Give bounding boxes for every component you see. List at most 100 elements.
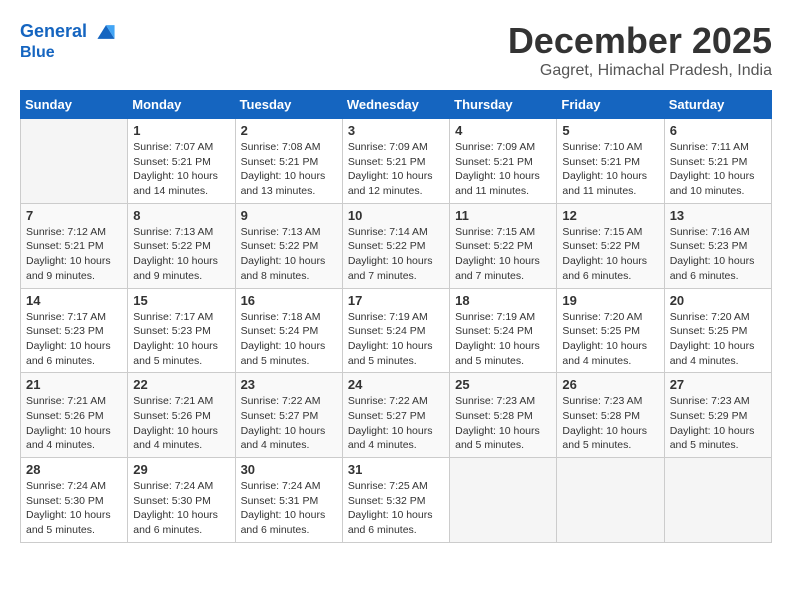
calendar-cell	[664, 458, 771, 543]
day-info: Sunrise: 7:12 AMSunset: 5:21 PMDaylight:…	[26, 225, 122, 284]
day-number: 26	[562, 377, 658, 392]
calendar-week-5: 28 Sunrise: 7:24 AMSunset: 5:30 PMDayligh…	[21, 458, 772, 543]
day-number: 2	[241, 123, 337, 138]
calendar-cell: 4 Sunrise: 7:09 AMSunset: 5:21 PMDaylight…	[450, 119, 557, 204]
day-number: 20	[670, 293, 766, 308]
calendar-cell: 8 Sunrise: 7:13 AMSunset: 5:22 PMDaylight…	[128, 203, 235, 288]
day-info: Sunrise: 7:08 AMSunset: 5:21 PMDaylight:…	[241, 140, 337, 199]
day-number: 16	[241, 293, 337, 308]
calendar-week-4: 21 Sunrise: 7:21 AMSunset: 5:26 PMDayligh…	[21, 373, 772, 458]
day-number: 29	[133, 462, 229, 477]
calendar-week-3: 14 Sunrise: 7:17 AMSunset: 5:23 PMDayligh…	[21, 288, 772, 373]
calendar-cell: 21 Sunrise: 7:21 AMSunset: 5:26 PMDayligh…	[21, 373, 128, 458]
calendar-cell: 2 Sunrise: 7:08 AMSunset: 5:21 PMDaylight…	[235, 119, 342, 204]
day-info: Sunrise: 7:24 AMSunset: 5:31 PMDaylight:…	[241, 479, 337, 538]
day-number: 25	[455, 377, 551, 392]
day-info: Sunrise: 7:16 AMSunset: 5:23 PMDaylight:…	[670, 225, 766, 284]
day-number: 18	[455, 293, 551, 308]
day-number: 9	[241, 208, 337, 223]
day-info: Sunrise: 7:21 AMSunset: 5:26 PMDaylight:…	[133, 394, 229, 453]
calendar-cell: 30 Sunrise: 7:24 AMSunset: 5:31 PMDayligh…	[235, 458, 342, 543]
day-number: 31	[348, 462, 444, 477]
day-number: 24	[348, 377, 444, 392]
day-info: Sunrise: 7:09 AMSunset: 5:21 PMDaylight:…	[348, 140, 444, 199]
calendar-cell: 16 Sunrise: 7:18 AMSunset: 5:24 PMDayligh…	[235, 288, 342, 373]
logo-text: General	[20, 20, 118, 44]
calendar-cell: 19Sunrise: 7:20 AMSunset: 5:25 PMDayligh…	[557, 288, 664, 373]
calendar-cell: 22 Sunrise: 7:21 AMSunset: 5:26 PMDayligh…	[128, 373, 235, 458]
day-info: Sunrise: 7:09 AMSunset: 5:21 PMDaylight:…	[455, 140, 551, 199]
day-info: Sunrise: 7:22 AMSunset: 5:27 PMDaylight:…	[348, 394, 444, 453]
day-info: Sunrise: 7:15 AMSunset: 5:22 PMDaylight:…	[455, 225, 551, 284]
day-number: 11	[455, 208, 551, 223]
calendar-cell: 27 Sunrise: 7:23 AMSunset: 5:29 PMDayligh…	[664, 373, 771, 458]
logo: General Blue	[20, 20, 118, 62]
calendar-cell: 29Sunrise: 7:24 AMSunset: 5:30 PMDayligh…	[128, 458, 235, 543]
calendar-cell: 13 Sunrise: 7:16 AMSunset: 5:23 PMDayligh…	[664, 203, 771, 288]
day-info: Sunrise: 7:15 AMSunset: 5:22 PMDaylight:…	[562, 225, 658, 284]
calendar-cell: 3 Sunrise: 7:09 AMSunset: 5:21 PMDaylight…	[342, 119, 449, 204]
day-info: Sunrise: 7:20 AMSunset: 5:25 PMDaylight:…	[670, 310, 766, 369]
day-info: Sunrise: 7:18 AMSunset: 5:24 PMDaylight:…	[241, 310, 337, 369]
calendar-cell: 14Sunrise: 7:17 AMSunset: 5:23 PMDayligh…	[21, 288, 128, 373]
calendar-cell: 12 Sunrise: 7:15 AMSunset: 5:22 PMDayligh…	[557, 203, 664, 288]
day-info: Sunrise: 7:25 AMSunset: 5:32 PMDaylight:…	[348, 479, 444, 538]
calendar-cell	[21, 119, 128, 204]
day-info: Sunrise: 7:23 AMSunset: 5:29 PMDaylight:…	[670, 394, 766, 453]
day-number: 12	[562, 208, 658, 223]
calendar-cell: 25Sunrise: 7:23 AMSunset: 5:28 PMDayligh…	[450, 373, 557, 458]
day-number: 8	[133, 208, 229, 223]
calendar-cell: 20 Sunrise: 7:20 AMSunset: 5:25 PMDayligh…	[664, 288, 771, 373]
day-info: Sunrise: 7:13 AMSunset: 5:22 PMDaylight:…	[133, 225, 229, 284]
day-number: 22	[133, 377, 229, 392]
weekday-header-wednesday: Wednesday	[342, 91, 449, 119]
day-info: Sunrise: 7:19 AMSunset: 5:24 PMDaylight:…	[348, 310, 444, 369]
day-number: 1	[133, 123, 229, 138]
day-number: 14	[26, 293, 122, 308]
calendar-cell: 17 Sunrise: 7:19 AMSunset: 5:24 PMDayligh…	[342, 288, 449, 373]
title-block: December 2025 Gagret, Himachal Pradesh, …	[508, 20, 772, 80]
location: Gagret, Himachal Pradesh, India	[508, 62, 772, 80]
day-number: 5	[562, 123, 658, 138]
calendar-cell: 28 Sunrise: 7:24 AMSunset: 5:30 PMDayligh…	[21, 458, 128, 543]
day-number: 30	[241, 462, 337, 477]
calendar-cell	[450, 458, 557, 543]
day-number: 10	[348, 208, 444, 223]
month-title: December 2025	[508, 20, 772, 62]
day-number: 17	[348, 293, 444, 308]
weekday-header-monday: Monday	[128, 91, 235, 119]
day-number: 4	[455, 123, 551, 138]
weekday-header-friday: Friday	[557, 91, 664, 119]
day-number: 28	[26, 462, 122, 477]
day-info: Sunrise: 7:17 AMSunset: 5:23 PMDaylight:…	[133, 310, 229, 369]
calendar-cell: 18 Sunrise: 7:19 AMSunset: 5:24 PMDayligh…	[450, 288, 557, 373]
calendar-cell: 6Sunrise: 7:11 AMSunset: 5:21 PMDaylight…	[664, 119, 771, 204]
day-number: 15	[133, 293, 229, 308]
day-number: 27	[670, 377, 766, 392]
calendar-cell: 10 Sunrise: 7:14 AMSunset: 5:22 PMDayligh…	[342, 203, 449, 288]
day-info: Sunrise: 7:10 AMSunset: 5:21 PMDaylight:…	[562, 140, 658, 199]
day-info: Sunrise: 7:20 AMSunset: 5:25 PMDaylight:…	[562, 310, 658, 369]
calendar-cell: 7Sunrise: 7:12 AMSunset: 5:21 PMDaylight…	[21, 203, 128, 288]
day-info: Sunrise: 7:24 AMSunset: 5:30 PMDaylight:…	[26, 479, 122, 538]
day-number: 21	[26, 377, 122, 392]
calendar-cell: 15 Sunrise: 7:17 AMSunset: 5:23 PMDayligh…	[128, 288, 235, 373]
calendar-cell: 26Sunrise: 7:23 AMSunset: 5:28 PMDayligh…	[557, 373, 664, 458]
logo-blue: Blue	[20, 44, 118, 62]
calendar-cell: 24 Sunrise: 7:22 AMSunset: 5:27 PMDayligh…	[342, 373, 449, 458]
day-info: Sunrise: 7:21 AMSunset: 5:26 PMDaylight:…	[26, 394, 122, 453]
day-info: Sunrise: 7:19 AMSunset: 5:24 PMDaylight:…	[455, 310, 551, 369]
calendar-cell: 31 Sunrise: 7:25 AMSunset: 5:32 PMDayligh…	[342, 458, 449, 543]
day-number: 13	[670, 208, 766, 223]
day-number: 23	[241, 377, 337, 392]
calendar-table: SundayMondayTuesdayWednesdayThursdayFrid…	[20, 90, 772, 543]
calendar-cell: 1Sunrise: 7:07 AMSunset: 5:21 PMDaylight…	[128, 119, 235, 204]
weekday-header-row: SundayMondayTuesdayWednesdayThursdayFrid…	[21, 91, 772, 119]
calendar-cell: 5 Sunrise: 7:10 AMSunset: 5:21 PMDaylight…	[557, 119, 664, 204]
calendar-cell: 9Sunrise: 7:13 AMSunset: 5:22 PMDaylight…	[235, 203, 342, 288]
calendar-cell: 11 Sunrise: 7:15 AMSunset: 5:22 PMDayligh…	[450, 203, 557, 288]
day-info: Sunrise: 7:14 AMSunset: 5:22 PMDaylight:…	[348, 225, 444, 284]
day-number: 3	[348, 123, 444, 138]
page-header: General Blue December 2025 Gagret, Himac…	[20, 20, 772, 80]
day-info: Sunrise: 7:11 AMSunset: 5:21 PMDaylight:…	[670, 140, 766, 199]
